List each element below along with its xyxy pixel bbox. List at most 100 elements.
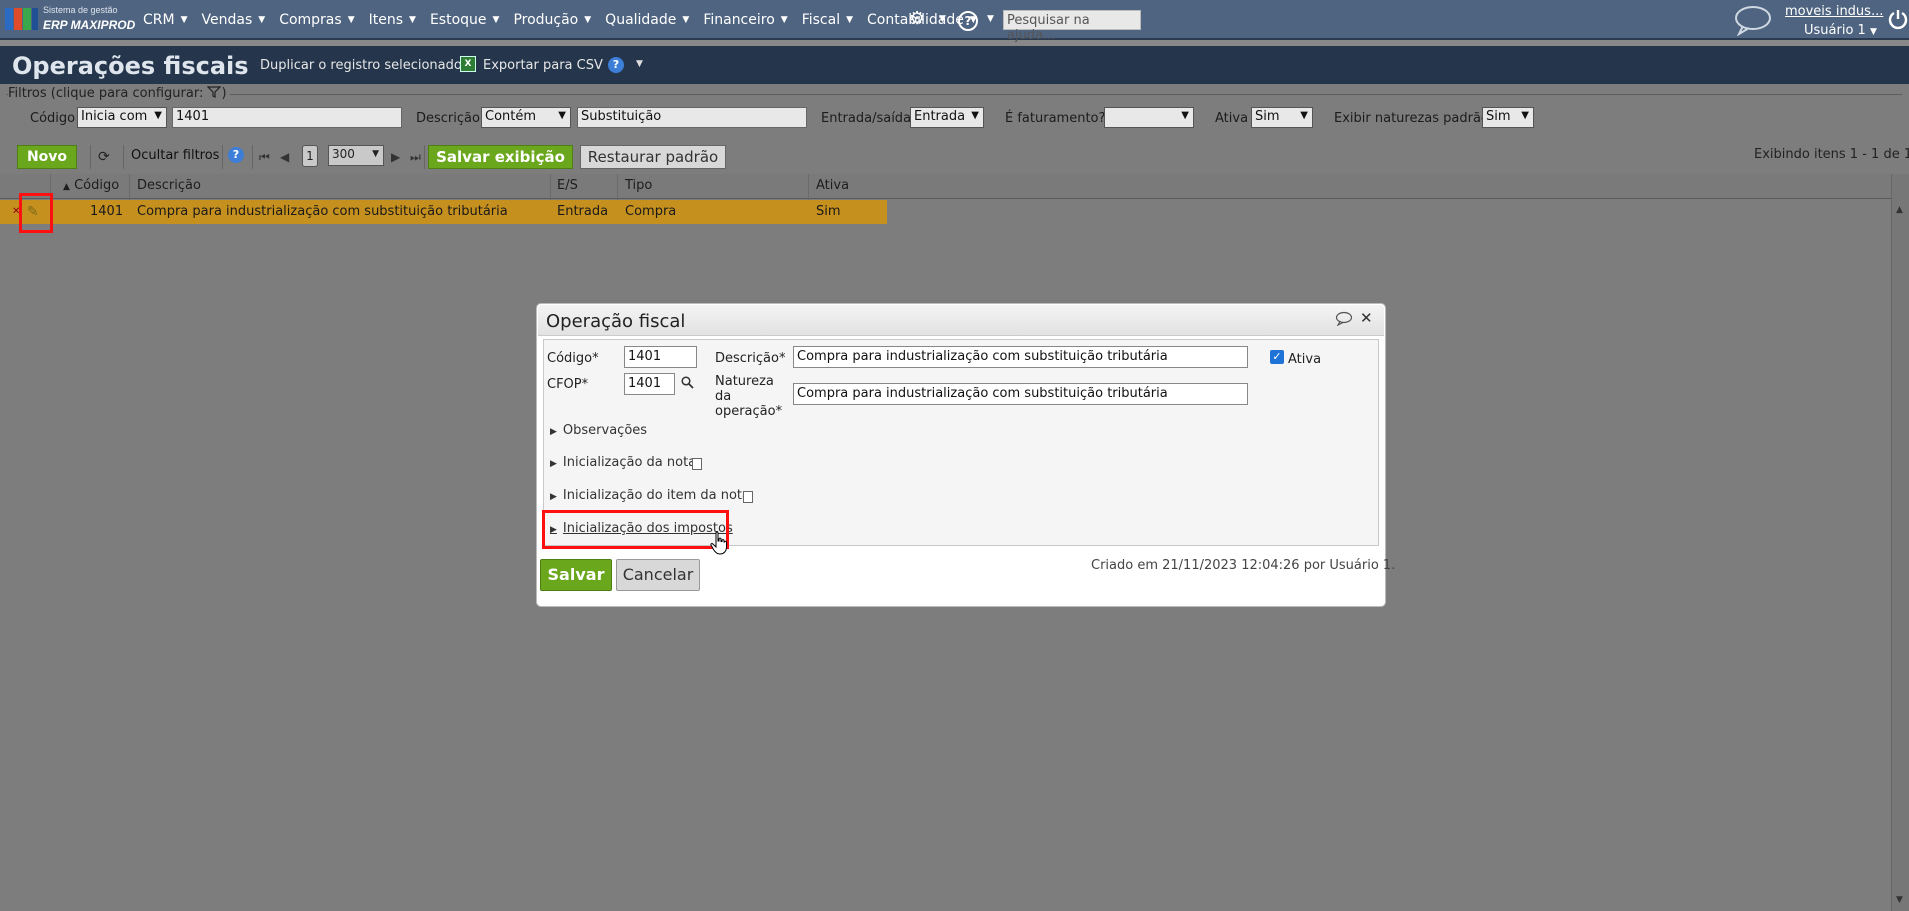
- filter-descricao-operator[interactable]: Contém ▼: [481, 107, 571, 128]
- duplicate-button[interactable]: Duplicar o registro selecionado: [260, 58, 462, 73]
- logo-subtitle: Sistema de gestão: [43, 5, 118, 15]
- filter-descricao-label: Descrição: [416, 111, 480, 126]
- cancel-button[interactable]: Cancelar: [616, 559, 700, 591]
- chevron-down-icon: ▼: [1300, 110, 1308, 121]
- search-icon[interactable]: [681, 376, 694, 393]
- user-menu[interactable]: Usuário 1 ▼: [1804, 23, 1877, 38]
- filters-divider: [6, 94, 1902, 95]
- help-search-input[interactable]: Pesquisar na ajuda...: [1003, 10, 1141, 43]
- column-header-codigo[interactable]: ▲ Código: [63, 178, 119, 193]
- filters-legend[interactable]: Filtros (clique para configurar: ): [8, 86, 230, 101]
- section-inicializacao-nota[interactable]: ▶ Inicialização da nota: [550, 455, 696, 470]
- section-label: Observações: [562, 423, 648, 438]
- menu-itens[interactable]: Itens ▼: [369, 12, 416, 28]
- menu-fiscal[interactable]: Fiscal ▼: [802, 12, 853, 28]
- document-icon[interactable]: [743, 491, 753, 503]
- natureza-input[interactable]: Compra para industrialização com substit…: [793, 383, 1248, 405]
- new-button[interactable]: Novo: [17, 145, 77, 169]
- hand-cursor-icon: [710, 531, 727, 555]
- hide-filters-button[interactable]: Ocultar filtros: [131, 148, 219, 163]
- first-page-icon[interactable]: ⏮: [259, 150, 270, 165]
- section-observacoes[interactable]: ▶ Observações: [550, 423, 647, 438]
- refresh-icon[interactable]: ⟳: [98, 149, 110, 165]
- page-title: Operações fiscais: [12, 52, 249, 80]
- descricao-input[interactable]: Compra para industrialização com substit…: [793, 346, 1248, 368]
- section-inicializacao-item[interactable]: ▶ Inicialização do item da nota: [550, 488, 750, 503]
- caret-down-icon: ▼: [409, 15, 416, 25]
- caret-down-icon: ▼: [347, 15, 355, 25]
- filter-ativa-select[interactable]: Sim ▼: [1251, 107, 1313, 128]
- save-view-button[interactable]: Salvar exibição: [428, 145, 573, 169]
- menu-qualidade[interactable]: Qualidade ▼: [605, 12, 689, 28]
- menu-producao[interactable]: Produção ▼: [513, 12, 591, 28]
- menu-estoque[interactable]: Estoque ▼: [430, 12, 500, 28]
- main-menu: CRM ▼ Vendas ▼ Compras ▼ Itens ▼ Estoque ▼ Pr…: [143, 12, 991, 28]
- help-icon[interactable]: ?: [958, 11, 978, 31]
- logo-title: ERP MAXIPROD: [43, 18, 136, 32]
- logo-icon[interactable]: [5, 8, 39, 32]
- menu-label: Fiscal: [801, 12, 841, 28]
- scroll-down-icon[interactable]: ▼: [1896, 895, 1903, 905]
- toolbar-separator: [222, 145, 223, 169]
- caret-down-icon: ▼: [682, 15, 690, 25]
- chevron-down-icon: ▼: [372, 149, 379, 159]
- chevron-down-icon: ▼: [1521, 110, 1529, 121]
- column-header-tipo[interactable]: Tipo: [625, 178, 652, 193]
- section-label: Inicialização do item da nota: [562, 488, 750, 503]
- last-page-icon[interactable]: ⏭: [410, 150, 421, 165]
- menu-label: Vendas: [201, 12, 253, 28]
- filter-codigo-operator[interactable]: Inicia com ▼: [77, 107, 167, 128]
- user-name: Usuário 1: [1804, 23, 1866, 38]
- menu-financeiro[interactable]: Financeiro ▼: [703, 12, 787, 28]
- caret-down-icon: ▼: [492, 15, 500, 25]
- caret-right-icon: ▶: [550, 427, 557, 437]
- caret-down-icon[interactable]: ▼: [939, 14, 946, 24]
- cfop-input[interactable]: 1401: [624, 373, 675, 395]
- caret-down-icon[interactable]: ▼: [987, 14, 994, 24]
- help-icon[interactable]: ?: [608, 57, 624, 73]
- filter-ativa-label: Ativa: [1215, 111, 1249, 126]
- grid-scrollbar[interactable]: [1891, 174, 1909, 911]
- chat-bubble-icon[interactable]: [1733, 4, 1773, 36]
- page-number-input[interactable]: 1: [302, 145, 318, 167]
- restore-default-button[interactable]: Restaurar padrão: [580, 145, 726, 169]
- codigo-input[interactable]: 1401: [624, 346, 697, 368]
- caret-right-icon: ▶: [550, 492, 557, 502]
- gear-icon[interactable]: ⚙: [909, 9, 929, 29]
- caret-right-icon: ▶: [550, 459, 557, 469]
- export-csv-button[interactable]: Exportar para CSV: [483, 58, 603, 73]
- close-icon[interactable]: ✕: [1360, 309, 1373, 327]
- page-size-select[interactable]: 300 ▼: [328, 145, 384, 166]
- column-header-ativa[interactable]: Ativa: [816, 178, 849, 193]
- scroll-up-icon[interactable]: ▲: [1896, 205, 1903, 215]
- caret-down-icon[interactable]: ▼: [636, 59, 643, 69]
- company-link[interactable]: moveis indus...: [1785, 4, 1883, 19]
- menu-label: Produção: [513, 12, 579, 28]
- help-icon[interactable]: ?: [228, 147, 244, 163]
- menu-label: CRM: [143, 12, 175, 28]
- document-icon[interactable]: [692, 458, 702, 470]
- filter-descricao-input[interactable]: Substituição: [577, 107, 807, 128]
- ativa-checkbox[interactable]: ✓: [1270, 350, 1284, 364]
- filter-entrada-saida-select[interactable]: Entrada ▼: [910, 107, 984, 128]
- menu-compras[interactable]: Compras ▼: [279, 12, 354, 28]
- column-header-descricao[interactable]: Descrição: [137, 178, 201, 193]
- toolbar-separator: [123, 145, 124, 169]
- menu-crm[interactable]: CRM ▼: [143, 12, 188, 28]
- filter-funnel-icon[interactable]: [207, 86, 222, 101]
- filter-naturezas-select[interactable]: Sim ▼: [1482, 107, 1534, 128]
- prev-page-icon[interactable]: ◀: [280, 150, 289, 164]
- filter-faturamento-label: É faturamento?: [1005, 111, 1106, 126]
- column-header-es[interactable]: E/S: [557, 178, 578, 193]
- chevron-down-icon: ▼: [971, 110, 979, 121]
- filter-codigo-input[interactable]: 1401: [172, 107, 402, 128]
- natureza-label-line: da: [715, 389, 732, 404]
- menu-vendas[interactable]: Vendas ▼: [202, 12, 266, 28]
- power-icon[interactable]: [1887, 8, 1909, 30]
- save-button[interactable]: Salvar: [540, 559, 612, 591]
- comment-icon[interactable]: [1335, 311, 1353, 326]
- filter-faturamento-select[interactable]: ▼: [1104, 107, 1194, 128]
- next-page-icon[interactable]: ▶: [391, 150, 400, 164]
- toolbar-separator: [424, 145, 425, 169]
- caret-down-icon: ▼: [780, 15, 788, 25]
